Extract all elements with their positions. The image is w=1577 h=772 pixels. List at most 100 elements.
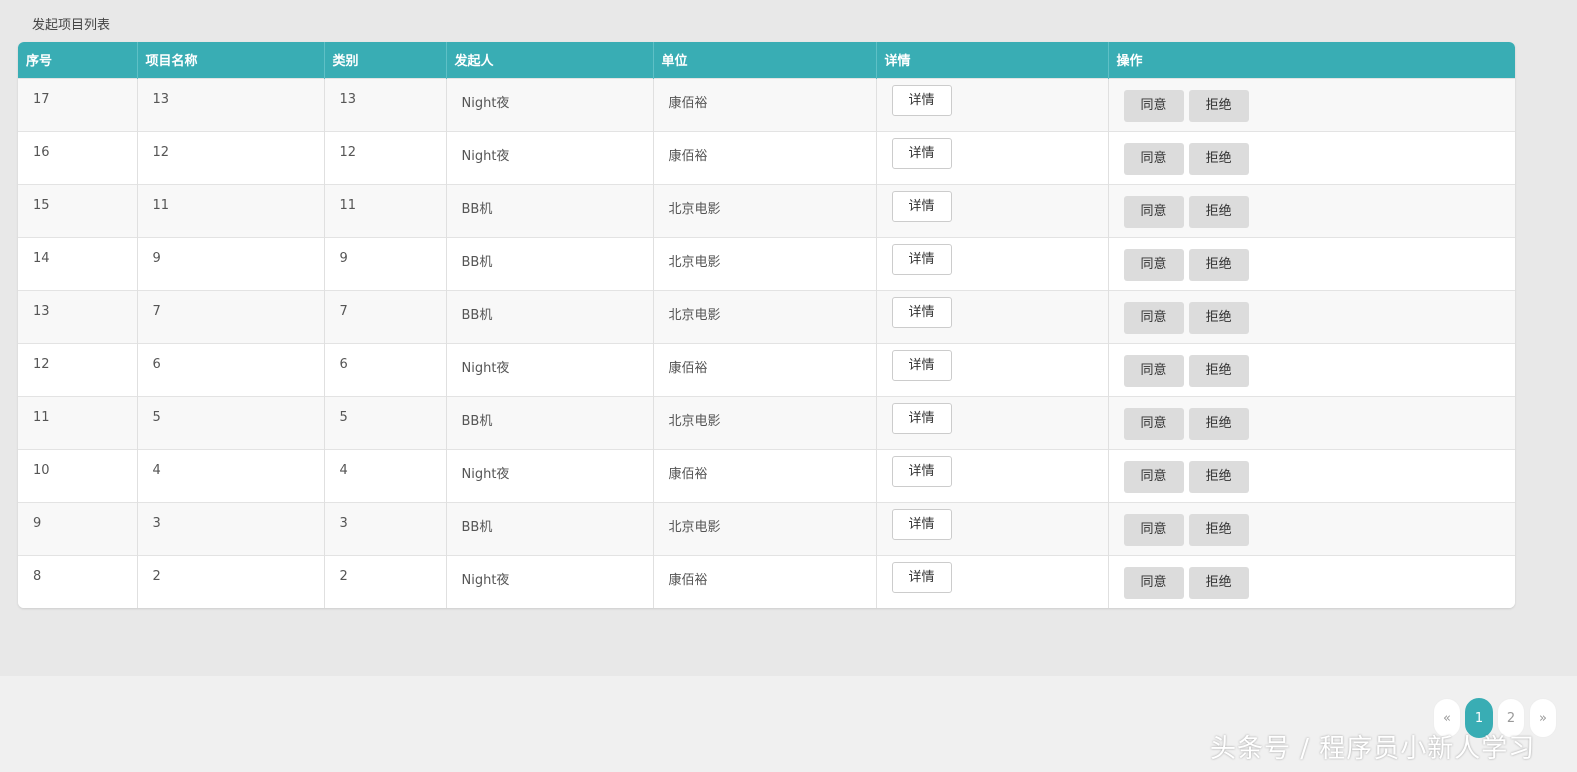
row-initiator: BB机: [446, 183, 654, 237]
row-details-cell: 详情: [876, 289, 1109, 343]
row-project-name: 6: [137, 342, 325, 396]
row-project-name: 5: [137, 395, 325, 449]
row-category: 4: [324, 448, 447, 502]
row-project-name: 9: [137, 236, 325, 290]
row-actions-cell: 同意 拒绝: [1108, 77, 1515, 131]
agree-button[interactable]: 同意: [1123, 142, 1184, 175]
row-project-name: 12: [137, 130, 325, 184]
row-unit: 北京电影: [653, 236, 877, 290]
table-row: 15 11 11 BB机 北京电影 详情 同意 拒绝: [18, 183, 1515, 237]
row-unit: 康佰裕: [653, 130, 877, 184]
row-unit: 康佰裕: [653, 554, 877, 608]
row-initiator: Night夜: [446, 130, 654, 184]
table-body: 17 13 13 Night夜 康佰裕 详情 同意 拒绝 16 12 12 Night夜 康佰裕 详情同…: [18, 77, 1515, 608]
row-index: 11: [18, 395, 138, 449]
row-details-cell: 详情: [876, 342, 1109, 396]
row-details-cell: 详情: [876, 448, 1109, 502]
details-button[interactable]: 详情: [891, 296, 952, 328]
row-unit: 北京电影: [653, 183, 877, 237]
row-details-cell: 详情: [876, 183, 1109, 237]
row-details-cell: 详情: [876, 236, 1109, 290]
reject-button[interactable]: 拒绝: [1188, 407, 1249, 440]
row-initiator: Night夜: [446, 77, 654, 131]
table-row: 8 2 2 Night夜 康佰裕 详情 同意 拒绝: [18, 554, 1515, 608]
agree-button[interactable]: 同意: [1123, 354, 1184, 387]
header-index: 序号: [18, 42, 138, 78]
agree-button[interactable]: 同意: [1123, 407, 1184, 440]
row-project-name: 2: [137, 554, 325, 608]
row-index: 12: [18, 342, 138, 396]
content-area: 发起项目列表 序号 项目名称 类别 发起人 单位 详情 操作 17 13 13 …: [0, 0, 1577, 676]
details-button[interactable]: 详情: [891, 190, 952, 222]
row-initiator: BB机: [446, 289, 654, 343]
details-button[interactable]: 详情: [891, 508, 952, 540]
row-actions-cell: 同意 拒绝: [1108, 342, 1515, 396]
details-button[interactable]: 详情: [891, 402, 952, 434]
header-category: 类别: [324, 42, 447, 78]
reject-button[interactable]: 拒绝: [1188, 301, 1249, 334]
row-category: 9: [324, 236, 447, 290]
details-button[interactable]: 详情: [891, 243, 952, 275]
row-category: 5: [324, 395, 447, 449]
project-table-wrapper: 序号 项目名称 类别 发起人 单位 详情 操作 17 13 13 Night夜 康佰裕详…: [18, 42, 1515, 608]
row-category: 7: [324, 289, 447, 343]
table-row: 12 6 6 Night夜 康佰裕 详情 同意 拒绝: [18, 342, 1515, 396]
table-row: 10 4 4 Night夜 康佰裕 详情 同意 拒绝: [18, 448, 1515, 502]
details-button[interactable]: 详情: [891, 455, 952, 487]
row-actions-cell: 同意 拒绝: [1108, 554, 1515, 608]
table-row: 11 5 5 BB机 北京电影 详情 同意 拒绝: [18, 395, 1515, 449]
agree-button[interactable]: 同意: [1123, 566, 1184, 599]
row-actions-cell: 同意 拒绝: [1108, 395, 1515, 449]
details-button[interactable]: 详情: [891, 349, 952, 381]
row-category: 12: [324, 130, 447, 184]
reject-button[interactable]: 拒绝: [1188, 513, 1249, 546]
reject-button[interactable]: 拒绝: [1188, 89, 1249, 122]
row-actions-cell: 同意 拒绝: [1108, 289, 1515, 343]
reject-button[interactable]: 拒绝: [1188, 142, 1249, 175]
table-row: 14 9 9 BB机 北京电影 详情 同意 拒绝: [18, 236, 1515, 290]
row-initiator: BB机: [446, 395, 654, 449]
row-category: 3: [324, 501, 447, 555]
reject-button[interactable]: 拒绝: [1188, 460, 1249, 493]
row-project-name: 3: [137, 501, 325, 555]
header-project-name: 项目名称: [137, 42, 325, 78]
agree-button[interactable]: 同意: [1123, 195, 1184, 228]
table-header-row: 序号 项目名称 类别 发起人 单位 详情 操作: [18, 42, 1515, 78]
table-row: 13 7 7 BB机 北京电影 详情 同意 拒绝: [18, 289, 1515, 343]
agree-button[interactable]: 同意: [1123, 513, 1184, 546]
row-index: 10: [18, 448, 138, 502]
reject-button[interactable]: 拒绝: [1188, 566, 1249, 599]
agree-button[interactable]: 同意: [1123, 89, 1184, 122]
row-initiator: Night夜: [446, 342, 654, 396]
row-initiator: Night夜: [446, 448, 654, 502]
details-button[interactable]: 详情: [891, 137, 952, 169]
row-actions-cell: 同意 拒绝: [1108, 236, 1515, 290]
reject-button[interactable]: 拒绝: [1188, 195, 1249, 228]
reject-button[interactable]: 拒绝: [1188, 248, 1249, 281]
row-actions-cell: 同意 拒绝: [1108, 130, 1515, 184]
header-initiator: 发起人: [446, 42, 654, 78]
row-details-cell: 详情: [876, 77, 1109, 131]
table-row: 17 13 13 Night夜 康佰裕 详情 同意 拒绝: [18, 77, 1515, 131]
row-project-name: 4: [137, 448, 325, 502]
panel-title: 发起项目列表: [32, 18, 111, 33]
details-button[interactable]: 详情: [891, 561, 952, 593]
row-unit: 北京电影: [653, 395, 877, 449]
reject-button[interactable]: 拒绝: [1188, 354, 1249, 387]
row-actions-cell: 同意 拒绝: [1108, 448, 1515, 502]
row-unit: 康佰裕: [653, 342, 877, 396]
agree-button[interactable]: 同意: [1123, 460, 1184, 493]
row-details-cell: 详情: [876, 395, 1109, 449]
row-index: 16: [18, 130, 138, 184]
project-list-panel: 发起项目列表 序号 项目名称 类别 发起人 单位 详情 操作 17 13 13 …: [18, 6, 1515, 609]
table-row: 9 3 3 BB机 北京电影 详情 同意 拒绝: [18, 501, 1515, 555]
details-button[interactable]: 详情: [891, 84, 952, 116]
row-initiator: BB机: [446, 236, 654, 290]
watermark: 头条号 / 程序员小新人学习: [1210, 734, 1536, 764]
row-index: 8: [18, 554, 138, 608]
row-project-name: 7: [137, 289, 325, 343]
row-index: 15: [18, 183, 138, 237]
agree-button[interactable]: 同意: [1123, 248, 1184, 281]
agree-button[interactable]: 同意: [1123, 301, 1184, 334]
row-details-cell: 详情: [876, 554, 1109, 608]
